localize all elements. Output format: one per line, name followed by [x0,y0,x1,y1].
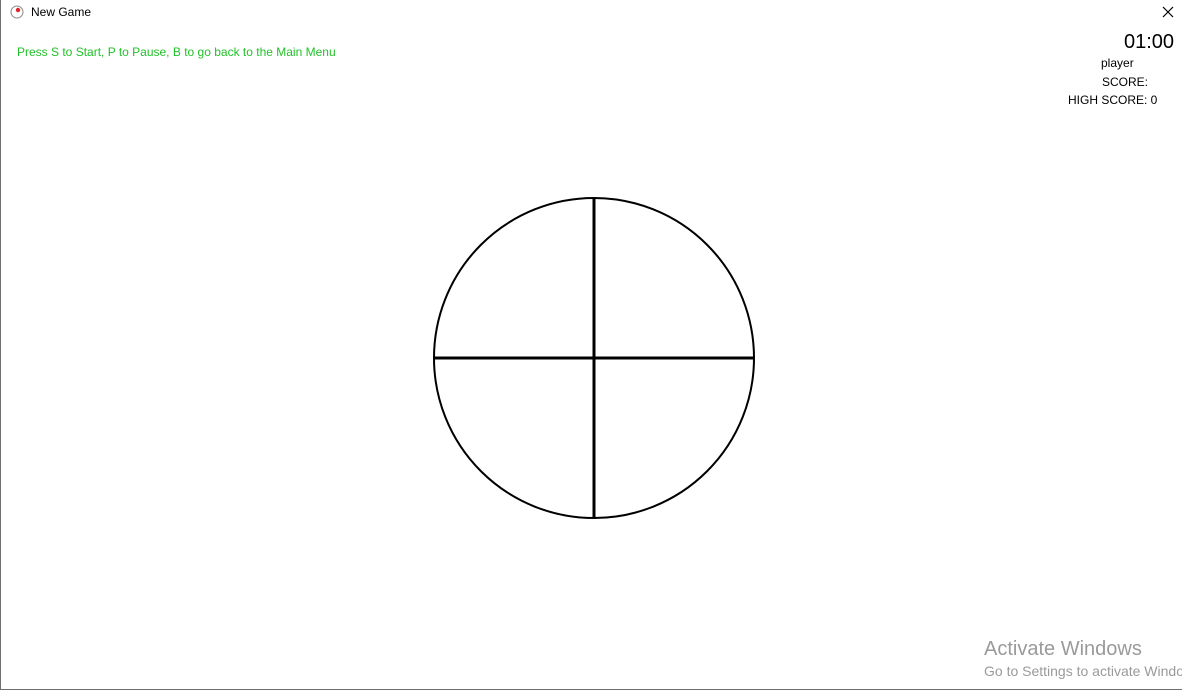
activate-windows-subtitle: Go to Settings to activate Windows. [984,663,1182,679]
activate-windows-title: Activate Windows [984,638,1142,660]
crosshair-target[interactable] [1,0,1182,689]
game-window: New Game Press S to Start, P to Pause, B… [0,0,1182,690]
